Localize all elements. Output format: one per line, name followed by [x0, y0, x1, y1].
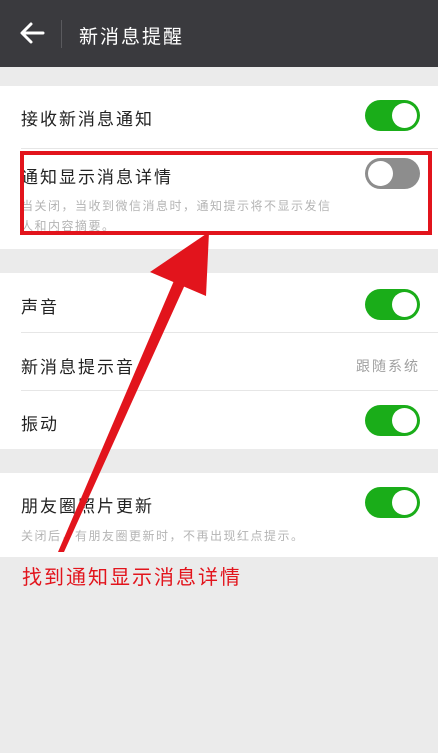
arrow-left-icon	[20, 22, 45, 44]
back-button[interactable]	[17, 18, 47, 48]
toggle-knob	[368, 161, 393, 186]
header-divider	[61, 20, 62, 48]
moments-group: 朋友圈照片更新 关闭后，有朋友圈更新时，不再出现红点提示。	[0, 473, 438, 557]
annotation-caption: 找到通知显示消息详情	[22, 565, 242, 589]
moments-label: 朋友圈照片更新	[21, 497, 154, 517]
moments-toggle[interactable]	[365, 487, 420, 518]
sound-toggle[interactable]	[365, 289, 420, 320]
show-details-label: 通知显示消息详情	[21, 168, 173, 188]
vibrate-toggle[interactable]	[365, 405, 420, 436]
ringtone-row[interactable]: 新消息提示音 跟随系统	[0, 333, 438, 390]
receive-notifications-label: 接收新消息通知	[21, 110, 154, 130]
show-details-hint-2: 人和内容摘要。	[21, 219, 116, 233]
toggle-knob	[392, 408, 417, 433]
show-details-hint: 当关闭，当收到微信消息时，通知提示将不显示发信	[21, 199, 332, 213]
ringtone-value: 跟随系统	[356, 359, 420, 375]
sound-group: 声音 新消息提示音 跟随系统 振动	[0, 273, 438, 449]
notification-group: 接收新消息通知 通知显示消息详情 当关闭，当收到微信消息时，通知提示将不显示发信…	[0, 86, 438, 249]
sound-label: 声音	[21, 298, 59, 318]
show-details-toggle[interactable]	[365, 158, 420, 189]
moments-row[interactable]: 朋友圈照片更新 关闭后，有朋友圈更新时，不再出现红点提示。	[0, 473, 438, 557]
receive-notifications-toggle[interactable]	[365, 100, 420, 131]
title-bar: 新消息提醒	[0, 0, 438, 67]
toggle-knob	[392, 103, 417, 128]
toggle-knob	[392, 490, 417, 515]
toggle-knob	[392, 292, 417, 317]
vibrate-label: 振动	[21, 415, 59, 435]
show-details-row[interactable]: 通知显示消息详情 当关闭，当收到微信消息时，通知提示将不显示发信 人和内容摘要。	[0, 149, 438, 249]
moments-hint: 关闭后，有朋友圈更新时，不再出现红点提示。	[21, 529, 305, 543]
vibrate-row[interactable]: 振动	[0, 391, 438, 449]
page-title: 新消息提醒	[79, 26, 185, 48]
ringtone-label: 新消息提示音	[21, 358, 135, 378]
sound-row[interactable]: 声音	[0, 273, 438, 332]
receive-notifications-row[interactable]: 接收新消息通知	[0, 86, 438, 147]
